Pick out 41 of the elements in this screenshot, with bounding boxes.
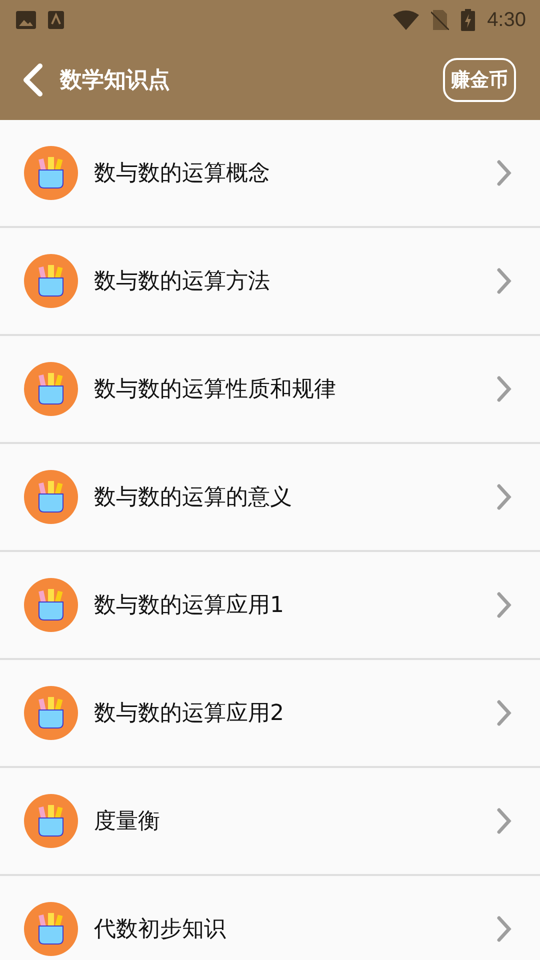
- pencil-cup-icon: [24, 362, 78, 416]
- chevron-right-icon: [496, 375, 512, 403]
- list-item[interactable]: 数与数的运算的意义: [0, 444, 540, 552]
- earn-coins-button[interactable]: 赚金币: [443, 58, 516, 102]
- chevron-right-icon: [496, 699, 512, 727]
- wifi-icon: [393, 10, 420, 30]
- no-sim-icon: [431, 10, 450, 30]
- chevron-right-icon: [496, 915, 512, 943]
- chevron-right-icon: [496, 159, 512, 187]
- pencil-cup-icon: [24, 794, 78, 848]
- list-item[interactable]: 数与数的运算性质和规律: [0, 336, 540, 444]
- pencil-cup-icon: [24, 254, 78, 308]
- pencil-cup-icon: [24, 578, 78, 632]
- pencil-cup-icon: [24, 470, 78, 524]
- item-label: 数与数的运算应用1: [94, 592, 285, 620]
- list-item[interactable]: 数与数的运算方法: [0, 228, 540, 336]
- battery-icon: [461, 9, 476, 31]
- list-item[interactable]: 代数初步知识: [0, 876, 540, 960]
- item-label: 数与数的运算概念: [94, 160, 271, 188]
- back-icon[interactable]: [22, 63, 44, 97]
- pencil-cup-icon: [24, 146, 78, 200]
- list-item[interactable]: 数与数的运算概念: [0, 120, 540, 228]
- chevron-right-icon: [496, 591, 512, 619]
- font-icon: [48, 11, 64, 29]
- chevron-right-icon: [496, 483, 512, 511]
- status-time: 4:30: [487, 8, 526, 32]
- item-label: 数与数的运算方法: [94, 268, 271, 296]
- item-label: 度量衡: [94, 808, 161, 836]
- pencil-cup-icon: [24, 686, 78, 740]
- list-item[interactable]: 数与数的运算应用2: [0, 660, 540, 768]
- page-title: 数学知识点: [60, 67, 170, 95]
- list-item[interactable]: 度量衡: [0, 768, 540, 876]
- item-label: 代数初步知识: [94, 916, 227, 944]
- item-label: 数与数的运算性质和规律: [94, 376, 337, 404]
- pencil-cup-icon: [24, 902, 78, 956]
- image-icon: [16, 11, 36, 29]
- item-label: 数与数的运算的意义: [94, 484, 293, 512]
- item-label: 数与数的运算应用2: [94, 700, 285, 728]
- chevron-right-icon: [496, 267, 512, 295]
- list-item[interactable]: 数与数的运算应用1: [0, 552, 540, 660]
- chevron-right-icon: [496, 807, 512, 835]
